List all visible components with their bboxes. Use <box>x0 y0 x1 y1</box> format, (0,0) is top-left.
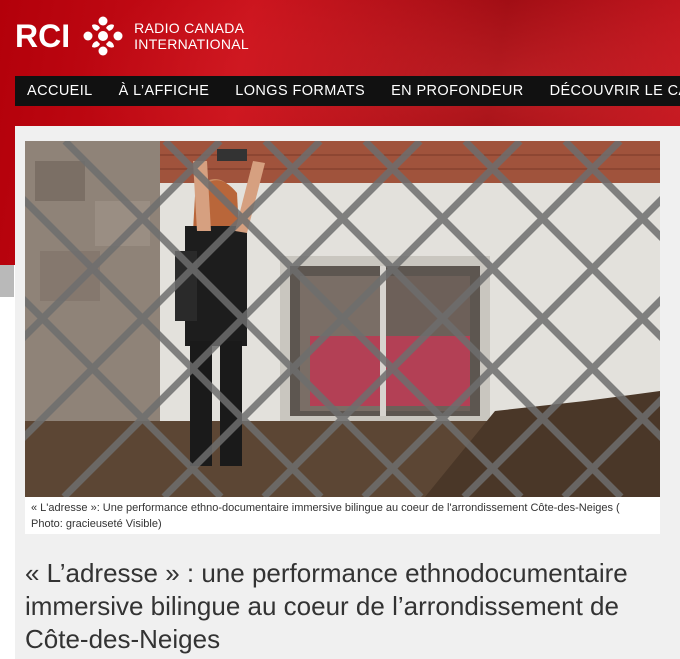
main-nav: ACCUEIL À L’AFFICHE LONGS FORMATS EN PRO… <box>15 76 680 106</box>
article-photo-image <box>25 141 660 497</box>
page-edge <box>0 265 14 297</box>
logo-letters: RCI <box>15 17 71 54</box>
nav-item-longs-formats[interactable]: LONGS FORMATS <box>222 76 378 106</box>
logo-name-line2: INTERNATIONAL <box>134 36 249 52</box>
photo-caption: « L'adresse »: Une performance ethno-doc… <box>25 497 660 534</box>
nav-item-decouvrir-le-canada[interactable]: DÉCOUVRIR LE CANADA <box>537 76 680 106</box>
nav-item-accueil[interactable]: ACCUEIL <box>15 76 106 106</box>
rci-logo[interactable]: RCI RADIO CANADA INTERNATIONAL <box>15 14 249 58</box>
logo-wordmark: RADIO CANADA INTERNATIONAL <box>134 20 249 52</box>
logo-name-line1: RADIO CANADA <box>134 20 245 36</box>
article-photo[interactable] <box>25 141 660 497</box>
article-headline[interactable]: « L’adresse » : une performance ethnodoc… <box>25 557 665 656</box>
nav-item-a-laffiche[interactable]: À L’AFFICHE <box>106 76 223 106</box>
nav-item-en-profondeur[interactable]: EN PROFONDEUR <box>378 76 537 106</box>
cbc-gem-icon <box>83 16 123 56</box>
